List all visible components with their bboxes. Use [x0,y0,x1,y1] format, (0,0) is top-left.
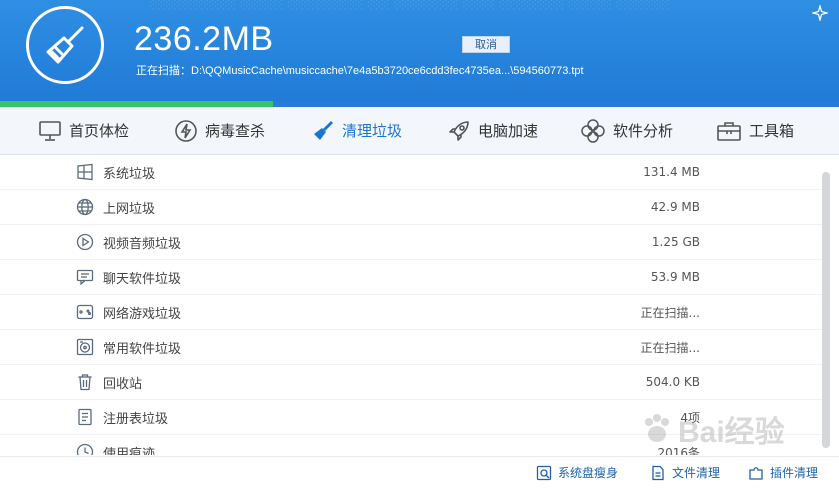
disk-icon [536,465,552,480]
list-item-game-junk[interactable]: 网络游戏垃圾 正在扫描... [0,295,822,330]
item-size: 4项 [680,410,700,425]
item-label: 回收站 [103,376,143,392]
item-size: 1.25 GB [651,235,700,249]
chat-icon [76,269,94,286]
scrollbar-thumb[interactable] [822,172,830,448]
list-item-usage-traces[interactable]: 使用痕迹 2016条 [0,435,822,455]
tab-label: 首页体检 [69,122,130,140]
list-scrollbar[interactable] [822,160,831,448]
file-icon [652,465,664,480]
tab-label: 病毒查杀 [205,122,266,140]
sparkle-icon[interactable] [812,5,828,21]
tab-antivirus[interactable]: 病毒查杀 [174,107,265,154]
item-label: 聊天软件垃圾 [103,271,182,287]
tab-label: 软件分析 [613,122,674,140]
scan-status-label: 正在扫描： [136,65,191,77]
tab-toolbox[interactable]: 工具箱 [716,107,794,154]
gamepad-icon [76,304,94,320]
item-size: 正在扫描... [640,340,700,355]
header-background-text: ░░░░░░░░ ░░░░ ░░░░░░░ ░░ ░░░░░░ ░░░ ░░░░… [150,0,671,10]
footer-link-label: 插件清理 [770,466,819,480]
junk-category-list: 系统垃圾 131.4 MB 上网垃圾 42.9 MB 视频音频垃圾 1.25 G… [0,155,822,455]
globe-icon [76,198,94,216]
toolbox-icon [717,121,741,141]
rocket-icon [449,120,469,141]
item-size: 504.0 KB [645,375,700,389]
file-cleanup-link[interactable]: 文件清理 [650,464,720,481]
item-size: 2016条 [657,445,700,456]
item-label: 网络游戏垃圾 [103,306,182,322]
item-size: 42.9 MB [650,200,700,214]
scan-status: 正在扫描：D:\QQMusicCache\musiccache\7e4a5b37… [136,62,584,78]
flower-icon [581,118,605,143]
list-item-common-software-junk[interactable]: 常用软件垃圾 正在扫描... [0,330,822,365]
plugin-cleanup-link[interactable]: 插件清理 [748,464,818,481]
footer-link-label: 文件清理 [672,466,721,480]
item-size: 53.9 MB [650,270,700,284]
junk-size-total: 236.2MB [134,20,274,58]
clock-icon [76,443,94,455]
tab-speedup[interactable]: 电脑加速 [447,107,538,154]
cancel-button[interactable]: 取消 [462,36,510,53]
disc-icon [76,338,94,356]
tab-software[interactable]: 软件分析 [580,107,673,154]
item-label: 使用痕迹 [103,446,156,456]
lightning-icon [175,119,197,142]
clean-logo [26,6,104,84]
list-item-media-junk[interactable]: 视频音频垃圾 1.25 GB [0,225,822,260]
puzzle-icon [749,466,763,480]
trash-icon [78,374,92,391]
registry-icon [78,408,92,426]
broom-icon [46,26,84,64]
windows-icon [77,163,93,181]
footer-bar: 系统盘瘦身 文件清理 插件清理 [0,456,839,488]
tab-checkup[interactable]: 首页体检 [38,107,129,154]
list-item-system-junk[interactable]: 系统垃圾 131.4 MB [0,155,822,190]
item-label: 视频音频垃圾 [103,236,182,252]
item-label: 注册表垃圾 [103,411,169,427]
item-label: 系统垃圾 [103,166,156,182]
tab-cleanup[interactable]: 清理垃圾 [311,107,402,154]
item-label: 常用软件垃圾 [103,341,182,357]
list-item-recycle-bin[interactable]: 回收站 504.0 KB [0,365,822,400]
scan-path: D:\QQMusicCache\musiccache\7e4a5b3720ce6… [191,65,584,77]
tab-label: 工具箱 [749,122,795,140]
main-nav: 首页体检 病毒查杀 清理垃圾 电脑加速 软件分析 工具箱 [0,107,839,155]
play-icon [76,233,94,251]
item-size: 正在扫描... [640,305,700,320]
item-size: 131.4 MB [643,165,700,179]
item-label: 上网垃圾 [103,201,156,217]
footer-link-label: 系统盘瘦身 [558,466,619,480]
list-item-registry-junk[interactable]: 注册表垃圾 4项 [0,400,822,435]
scan-header: ░░░░░░░░ ░░░░ ░░░░░░░ ░░ ░░░░░░ ░░░ ░░░░… [0,0,839,107]
tab-label: 清理垃圾 [342,122,403,140]
list-item-internet-junk[interactable]: 上网垃圾 42.9 MB [0,190,822,225]
broom-icon [314,120,333,140]
tab-label: 电脑加速 [478,122,539,140]
list-item-chat-junk[interactable]: 聊天软件垃圾 53.9 MB [0,260,822,295]
system-disk-slim-link[interactable]: 系统盘瘦身 [536,464,618,481]
monitor-icon [39,120,61,141]
